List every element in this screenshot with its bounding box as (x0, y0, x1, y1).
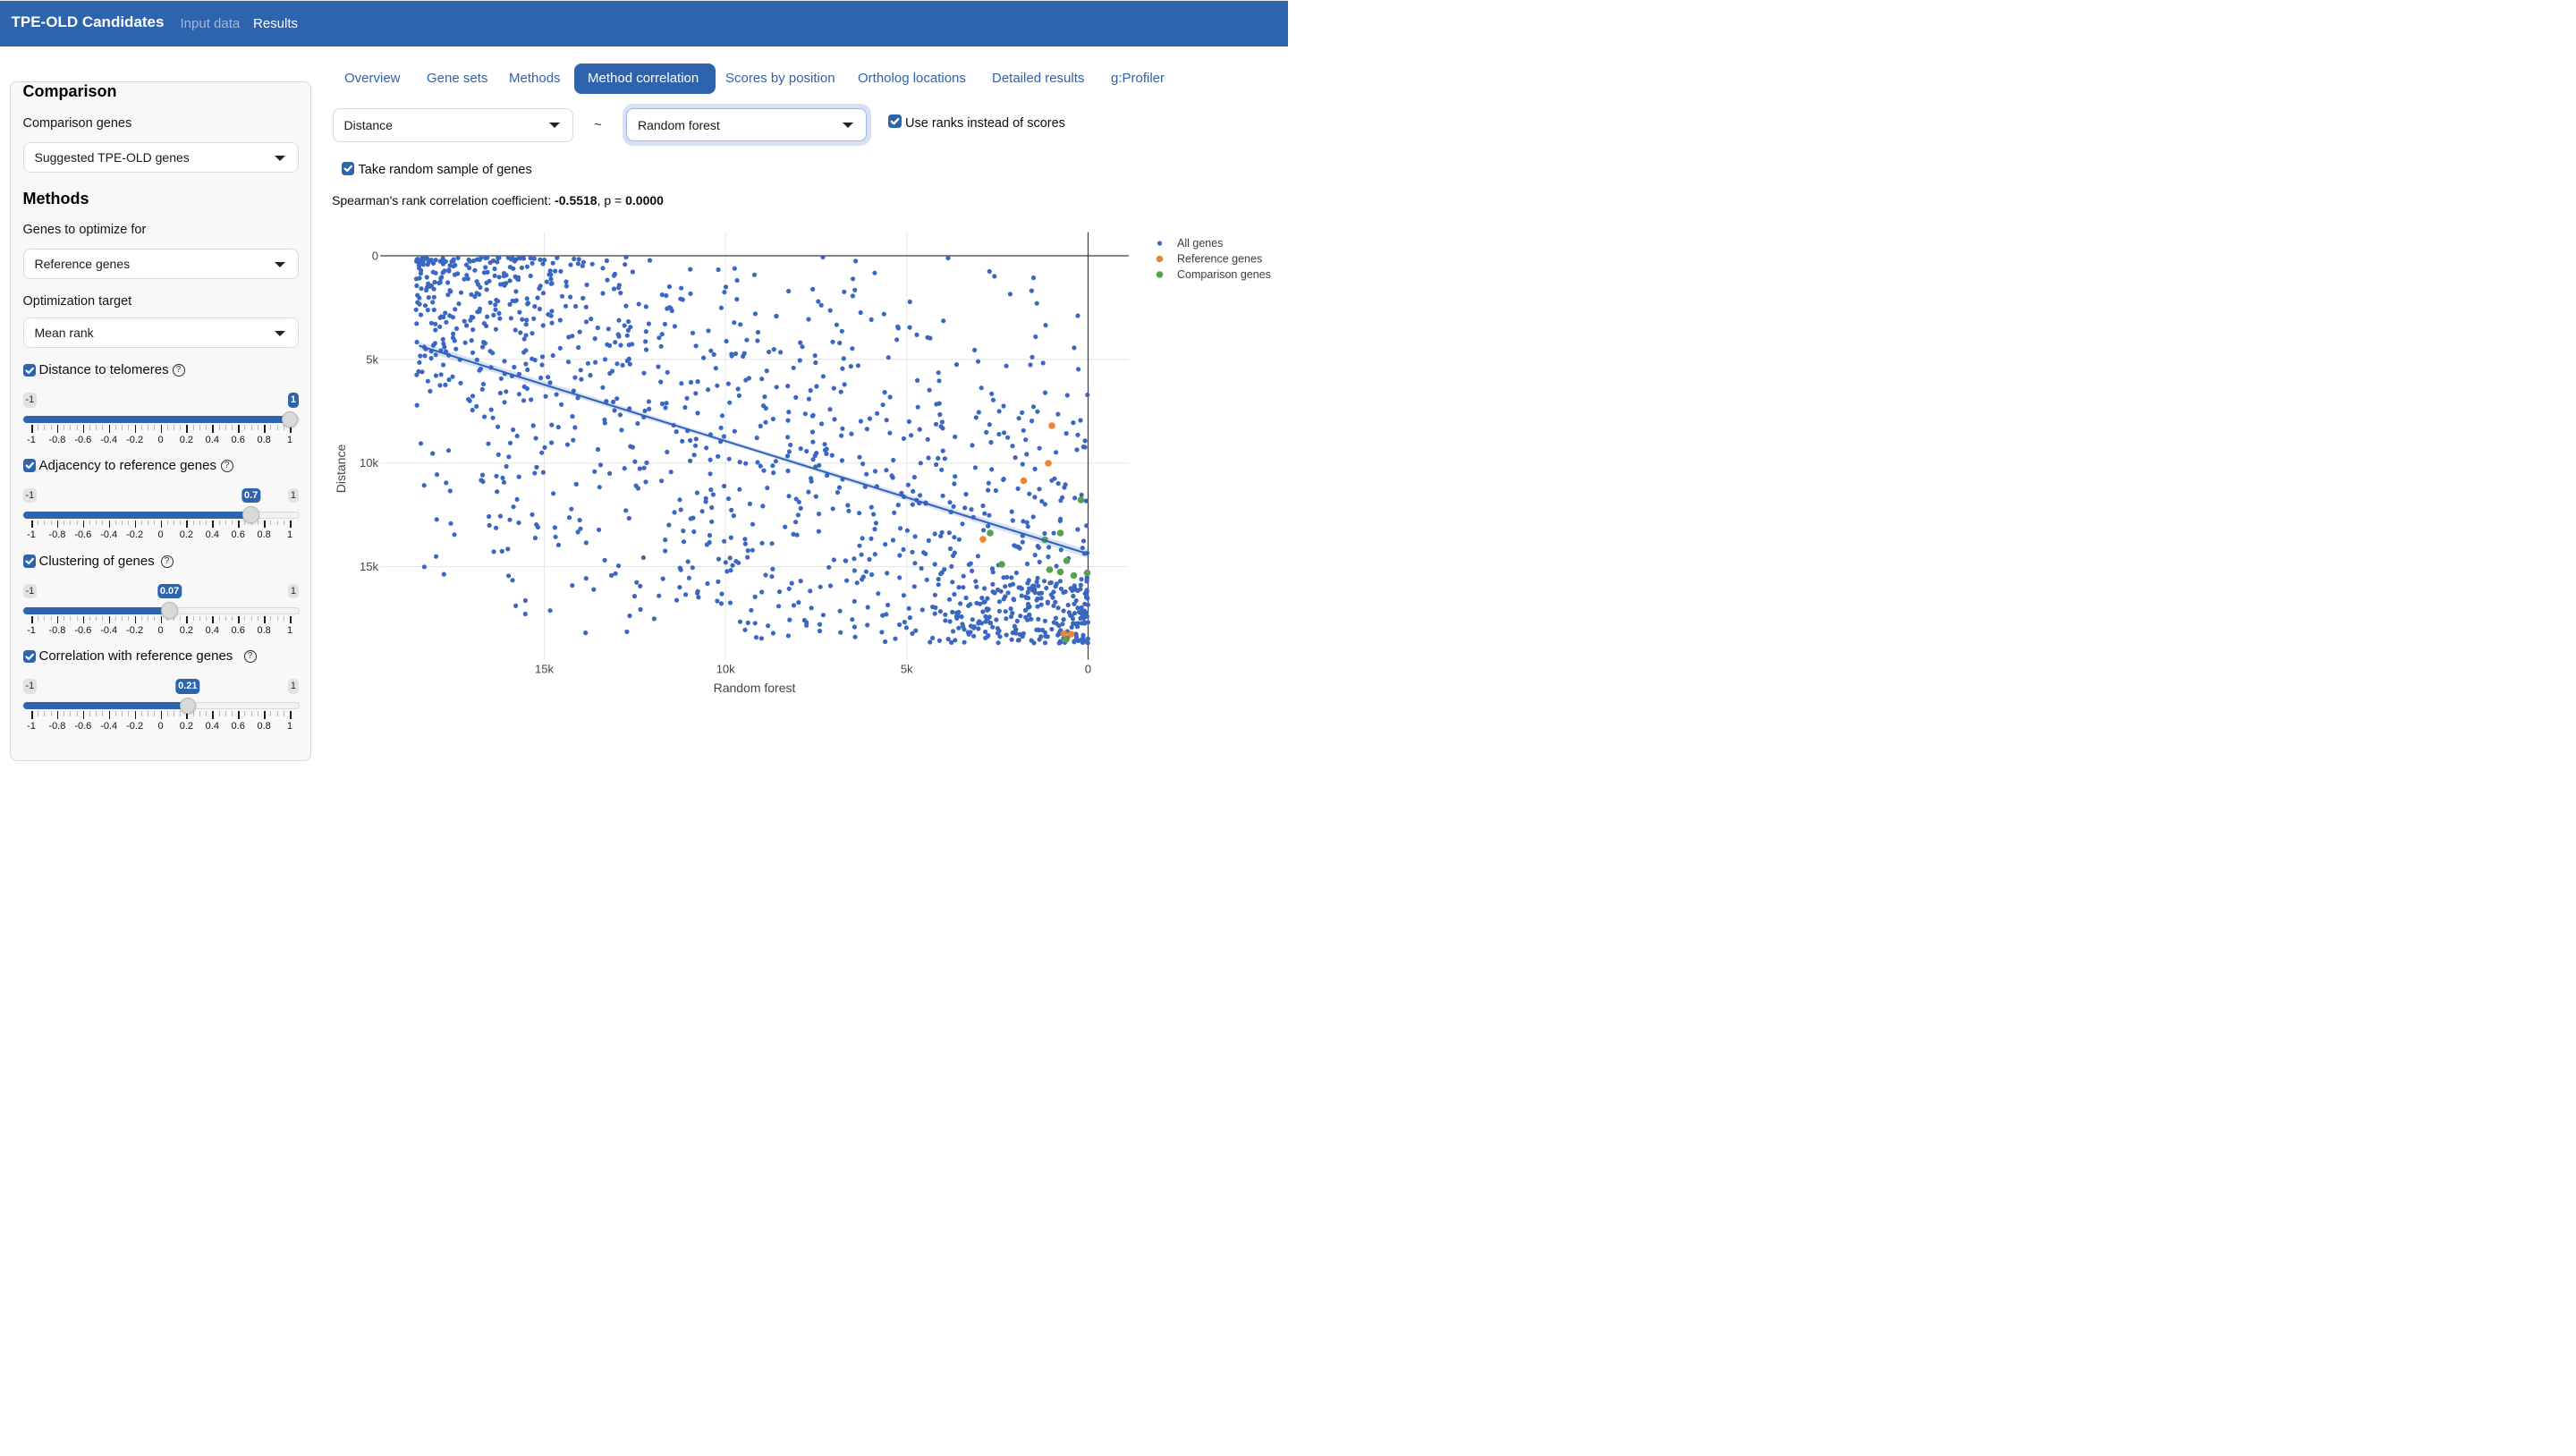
svg-text:All genes: All genes (1177, 237, 1223, 250)
svg-text:10k: 10k (360, 456, 378, 470)
svg-text:0: 0 (1085, 663, 1091, 676)
svg-text:15k: 15k (360, 560, 378, 573)
svg-text:Distance: Distance (334, 444, 348, 494)
svg-text:5k: 5k (901, 663, 913, 676)
svg-text:0: 0 (372, 250, 378, 263)
svg-text:15k: 15k (535, 663, 554, 676)
svg-text:Comparison genes: Comparison genes (1177, 268, 1271, 281)
svg-text:5k: 5k (366, 352, 378, 366)
svg-text:Random forest: Random forest (714, 681, 796, 695)
svg-text:Reference genes: Reference genes (1177, 253, 1262, 266)
svg-text:10k: 10k (716, 663, 735, 676)
